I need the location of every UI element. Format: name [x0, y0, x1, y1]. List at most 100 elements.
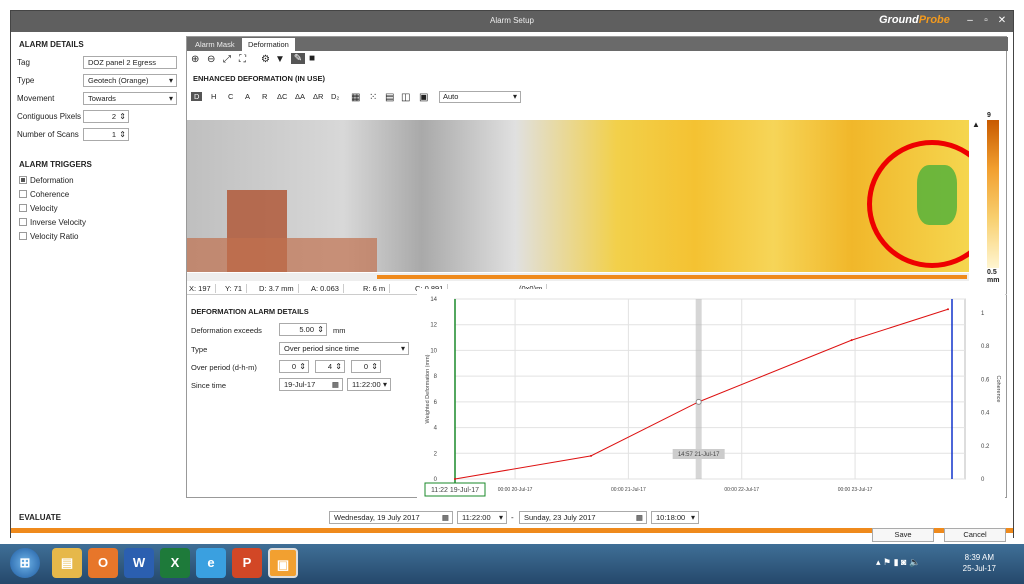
grid-icon[interactable]: ▦ — [351, 92, 360, 103]
grid-dotted-icon[interactable]: ⁙ — [369, 92, 377, 103]
groundprobe-app-icon[interactable]: ▣ — [268, 548, 298, 578]
trigger-velocity-ratio[interactable]: Velocity Ratio — [19, 232, 78, 241]
data-point — [947, 308, 949, 311]
browser-icon[interactable]: e — [196, 548, 226, 578]
eval-start-time[interactable]: 11:22:00 — [457, 511, 507, 524]
fill-rect-icon[interactable]: ■ — [309, 53, 315, 64]
number-of-scans-stepper[interactable]: 1 — [83, 128, 129, 141]
pen-icon[interactable]: ✎ — [291, 53, 305, 64]
view-select[interactable]: Auto — [439, 91, 521, 103]
start-button-icon[interactable]: ⊞ — [10, 548, 40, 578]
checkbox-icon[interactable] — [19, 190, 27, 198]
checkbox-icon[interactable] — [19, 204, 27, 212]
tag-input[interactable]: DOZ panel 2 Egress — [83, 56, 177, 69]
expand-icon[interactable]: ⛶ — [239, 54, 246, 65]
movement-select[interactable]: Towards — [83, 92, 177, 105]
close-icon[interactable]: ✕ — [995, 14, 1009, 28]
number-of-scans-label: Number of Scans — [17, 130, 79, 139]
status-y: Y: 71 — [225, 284, 248, 293]
alarm-triggers-heading: ALARM TRIGGERS — [19, 160, 92, 169]
mode-button-da[interactable]: ΔA — [295, 92, 305, 101]
y2-tick-label: 0.4 — [981, 411, 990, 417]
checkbox-icon[interactable] — [19, 218, 27, 226]
radar-image[interactable] — [187, 120, 969, 272]
scroll-thumb[interactable] — [377, 275, 967, 279]
tray-icons[interactable]: ▴ ⚑ ▮ ◙ 🔈 — [876, 557, 920, 568]
zoom-in-icon[interactable]: ⊕ — [191, 54, 199, 65]
status-x: X: 197 — [189, 284, 216, 293]
cancel-button[interactable]: Cancel — [944, 528, 1006, 542]
minimize-icon[interactable]: – — [963, 14, 977, 28]
outlook-icon[interactable]: O — [88, 548, 118, 578]
mode-button-c[interactable]: C — [228, 92, 233, 101]
fit-icon[interactable]: ⤢ — [223, 54, 231, 65]
tag-label: Tag — [17, 58, 30, 67]
since-time-field[interactable]: 11:22:00 — [347, 378, 391, 391]
period-days-stepper[interactable]: 0 — [279, 360, 309, 373]
status-r: R: 6 m — [363, 284, 391, 293]
data-point — [454, 478, 456, 480]
type-select[interactable]: Geotech (Orange) — [83, 74, 177, 87]
eval-start-date[interactable]: Wednesday, 19 July 2017 ▦ — [329, 511, 453, 524]
main-panel: Alarm Mask Deformation ⊕ ⊖ ⤢ ⛶ ⚙ ▼ ✎ ■ E… — [186, 36, 1008, 499]
start-marker-text: 11:22 19-Jul-17 — [431, 487, 479, 494]
checkbox-checked-icon[interactable] — [19, 176, 27, 184]
filter-icon[interactable]: ▼ — [275, 54, 285, 65]
mode-button-d[interactable]: D — [191, 92, 203, 101]
calendar-icon[interactable]: ▦ — [332, 379, 339, 390]
trigger-velocity[interactable]: Velocity — [19, 204, 58, 213]
restore-icon[interactable]: ▫ — [979, 14, 993, 28]
mode-button-dr[interactable]: ΔR — [313, 92, 323, 101]
tab-alarm-mask[interactable]: Alarm Mask — [189, 38, 241, 51]
scrollbar-horizontal[interactable] — [187, 273, 969, 281]
scrollbar-vertical[interactable]: ▲ — [972, 120, 986, 270]
calendar-icon[interactable]: ▦ — [636, 512, 643, 523]
data-point — [850, 339, 853, 342]
tab-strip: Alarm Mask Deformation — [187, 37, 1008, 51]
mode-button-r[interactable]: R — [262, 92, 267, 101]
tab-deformation[interactable]: Deformation — [242, 38, 295, 51]
exceeds-stepper[interactable]: 5.00 — [279, 323, 327, 336]
explorer-icon[interactable]: ▤ — [52, 548, 82, 578]
since-date-field[interactable]: 19-Jul-17 ▦ — [279, 378, 343, 391]
scale-min: 0.5 — [987, 269, 997, 276]
trigger-inverse-velocity[interactable]: Inverse Velocity — [19, 218, 86, 227]
mode-button-dc[interactable]: ΔC — [277, 92, 287, 101]
calendar-icon[interactable]: ▦ — [442, 512, 449, 523]
image-icon[interactable]: ▣ — [419, 92, 428, 103]
layers-icon[interactable]: ▤ — [385, 92, 394, 103]
period-hours-stepper[interactable]: 4 — [315, 360, 345, 373]
save-button[interactable]: Save — [872, 528, 934, 542]
settings-icon[interactable]: ⚙ — [261, 54, 270, 65]
trigger-deformation[interactable]: Deformation — [19, 176, 74, 185]
powerpoint-icon[interactable]: P — [232, 548, 262, 578]
start-time-marker: 11:22 19-Jul-17 — [424, 482, 486, 497]
word-icon[interactable]: W — [124, 548, 154, 578]
screens-icon[interactable]: ◫ — [401, 92, 410, 103]
chart-background — [417, 289, 1005, 499]
y-tick-label: 10 — [430, 348, 437, 354]
tray-clock[interactable]: 8:39 AM 25-Jul-17 — [963, 552, 996, 574]
deformation-chart[interactable]: 0246810121400.20.40.60.8100:00 20-Jul-17… — [417, 289, 1005, 499]
checkbox-icon[interactable] — [19, 232, 27, 240]
cursor-marker-text: 14:57 21-Jul-17 — [678, 452, 720, 458]
excel-icon[interactable]: X — [160, 548, 190, 578]
y2-tick-label: 0.6 — [981, 377, 990, 383]
alarm-details-panel: ALARM DETAILS Tag DOZ panel 2 Egress Typ… — [11, 32, 186, 498]
eval-end-date[interactable]: Sunday, 23 July 2017 ▦ — [519, 511, 647, 524]
deformation-details-heading: DEFORMATION ALARM DETAILS — [191, 307, 309, 316]
type-label-details: Type — [191, 345, 208, 354]
mode-button-d2[interactable]: D₂ — [331, 92, 339, 101]
eval-end-time[interactable]: 10:18:00 — [651, 511, 699, 524]
status-a: A: 0.063 — [311, 284, 344, 293]
trigger-coherence[interactable]: Coherence — [19, 190, 69, 199]
period-type-select[interactable]: Over period since time — [279, 342, 409, 355]
x-tick-label: 00:00 22-Jul-17 — [724, 487, 759, 493]
mode-button-a[interactable]: A — [245, 92, 250, 101]
period-minutes-stepper[interactable]: 0 — [351, 360, 381, 373]
y2-tick-label: 0.2 — [981, 444, 990, 450]
exceeds-unit: mm — [333, 326, 346, 335]
contiguous-pixels-stepper[interactable]: 2 — [83, 110, 129, 123]
mode-button-h[interactable]: H — [211, 92, 216, 101]
zoom-out-icon[interactable]: ⊖ — [207, 54, 215, 65]
